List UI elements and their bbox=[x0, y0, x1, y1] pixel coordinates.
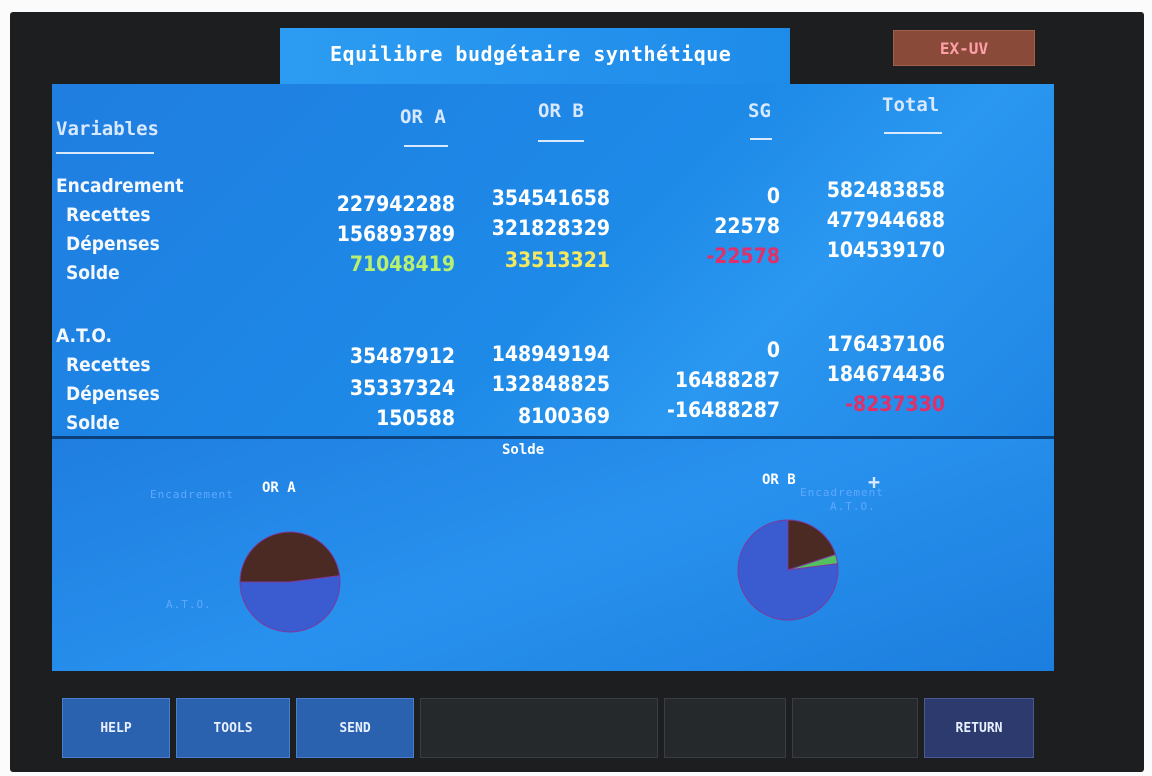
help-button[interactable]: HELP bbox=[62, 698, 170, 758]
send-button[interactable]: SEND bbox=[296, 698, 414, 758]
function-key-empty[interactable] bbox=[664, 698, 786, 758]
pie-charts bbox=[239, 519, 839, 633]
tools-button[interactable]: TOOLS bbox=[176, 698, 290, 758]
function-key-empty[interactable] bbox=[420, 698, 658, 758]
pie-slice-0-0 bbox=[239, 531, 341, 583]
function-key-empty[interactable] bbox=[792, 698, 918, 758]
return-button[interactable]: RETURN bbox=[924, 698, 1034, 758]
pie-slice-0-1 bbox=[239, 575, 341, 633]
